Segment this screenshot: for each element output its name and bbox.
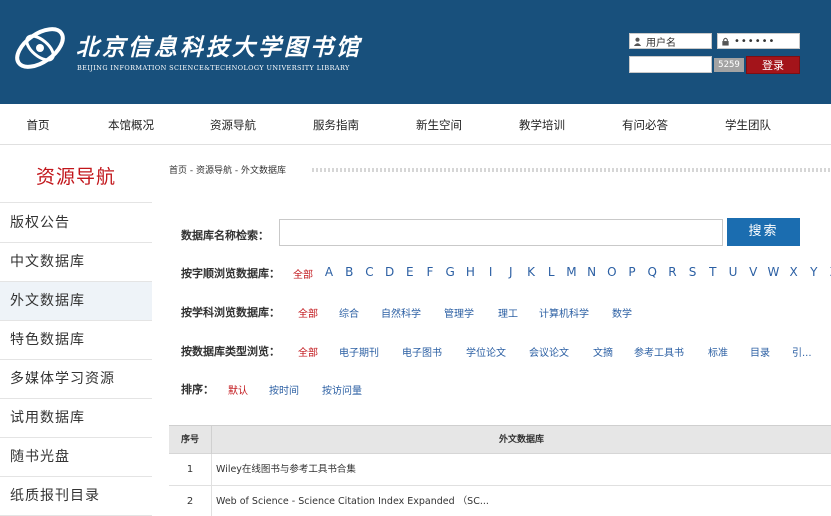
alpha-all[interactable]: 全部 — [293, 266, 313, 281]
alpha-browse-label: 按字顺浏览数据库： — [181, 267, 280, 280]
alpha-letter-n[interactable]: N — [587, 265, 596, 279]
username-field[interactable]: 用户名 — [629, 33, 712, 49]
nav-student-team[interactable]: 学生团队 — [725, 117, 771, 133]
nav-home[interactable]: 首页 — [27, 117, 50, 133]
password-field[interactable]: •••••• — [717, 33, 800, 49]
user-icon — [633, 37, 642, 46]
alpha-letter-a[interactable]: A — [325, 265, 333, 279]
alpha-letter-b[interactable]: B — [345, 265, 353, 279]
subject-computer-science[interactable]: 计算机科学 — [539, 305, 589, 320]
alpha-letter-r[interactable]: R — [668, 265, 676, 279]
subject-general[interactable]: 综合 — [339, 305, 359, 320]
sort-by-time[interactable]: 按时间 — [269, 382, 299, 397]
type-ebook[interactable]: 电子图书 — [402, 344, 442, 359]
alpha-letter-y[interactable]: Y — [810, 265, 817, 279]
alpha-letter-w[interactable]: W — [767, 265, 779, 279]
subject-browse-label: 按学科浏览数据库： — [181, 306, 280, 319]
sort-by-visits[interactable]: 按访问量 — [322, 382, 362, 397]
nav-services[interactable]: 服务指南 — [313, 117, 359, 133]
alpha-letter-j[interactable]: J — [509, 265, 513, 279]
type-ejournal[interactable]: 电子期刊 — [339, 344, 379, 359]
type-browse-label: 按数据库类型浏览： — [181, 345, 280, 358]
captcha-input[interactable] — [629, 56, 712, 73]
type-catalog[interactable]: 目录 — [750, 344, 770, 359]
alpha-letter-u[interactable]: U — [729, 265, 738, 279]
breadcrumb: 首页 - 资源导航 - 外文数据库 — [169, 166, 286, 176]
alpha-letter-x[interactable]: X — [789, 265, 797, 279]
search-button[interactable]: 搜索 — [727, 218, 800, 246]
alpha-letter-f[interactable]: F — [427, 265, 434, 279]
table-row: 2 Web of Science - Science Citation Inde… — [169, 486, 831, 516]
sort-default[interactable]: 默认 — [228, 382, 248, 397]
password-mask: •••••• — [734, 35, 776, 47]
type-abstract[interactable]: 文摘 — [593, 344, 613, 359]
type-citation[interactable]: 引... — [792, 344, 812, 359]
nav-faq[interactable]: 有问必答 — [622, 117, 668, 133]
sidebar-item-trial-db[interactable]: 试用数据库 — [0, 399, 152, 438]
alpha-letter-g[interactable]: G — [446, 265, 455, 279]
alpha-letter-c[interactable]: C — [365, 265, 373, 279]
table-row: 1 Wiley在线图书与参考工具书合集 — [169, 454, 831, 486]
alpha-letter-k[interactable]: K — [527, 265, 535, 279]
col-header-name[interactable]: 外文数据库 — [212, 426, 831, 454]
type-conference[interactable]: 会议论文 — [529, 344, 569, 359]
row-no: 2 — [169, 486, 212, 516]
alpha-letter-m[interactable]: M — [566, 265, 576, 279]
db-link[interactable]: Web of Science - Science Citation Index … — [216, 486, 489, 516]
sort-label: 排序： — [181, 383, 214, 396]
library-name-cn: 北京信息科技大学图书馆 — [76, 34, 362, 61]
row-no: 1 — [169, 454, 212, 485]
alpha-letter-s[interactable]: S — [689, 265, 697, 279]
alpha-letter-e[interactable]: E — [406, 265, 414, 279]
sidebar-item-special-db[interactable]: 特色数据库 — [0, 321, 152, 360]
main-nav: 首页 本馆概况 资源导航 服务指南 新生空间 教学培训 有问必答 学生团队 — [0, 104, 831, 145]
nav-about[interactable]: 本馆概况 — [108, 117, 154, 133]
table-header: 序号 外文数据库 — [169, 425, 831, 454]
type-standard[interactable]: 标准 — [708, 344, 728, 359]
type-all[interactable]: 全部 — [298, 344, 318, 359]
site-header: 北京信息科技大学图书馆 BEIJING INFORMATION SCIENCE&… — [0, 0, 831, 104]
type-thesis[interactable]: 学位论文 — [466, 344, 506, 359]
alpha-letter-p[interactable]: P — [628, 265, 635, 279]
alpha-letter-i[interactable]: I — [489, 265, 493, 279]
sidebar-item-copyright[interactable]: 版权公告 — [0, 204, 152, 243]
subject-math[interactable]: 数学 — [612, 305, 632, 320]
sidebar-item-multimedia[interactable]: 多媒体学习资源 — [0, 360, 152, 399]
sidebar-item-periodicals[interactable]: 纸质报刊目录 — [0, 477, 152, 516]
alpha-letter-q[interactable]: Q — [647, 265, 656, 279]
alpha-letter-t[interactable]: T — [709, 265, 716, 279]
alpha-letter-o[interactable]: O — [607, 265, 616, 279]
login-button[interactable]: 登录 — [746, 56, 800, 74]
type-reference[interactable]: 参考工具书 — [634, 344, 684, 359]
search-label: 数据库名称检索： — [181, 229, 269, 242]
alpha-letter-d[interactable]: D — [385, 265, 394, 279]
sidebar-item-chinese-db[interactable]: 中文数据库 — [0, 243, 152, 282]
subject-natural-science[interactable]: 自然科学 — [381, 305, 421, 320]
breadcrumb-divider — [312, 168, 830, 172]
sidebar-item-foreign-db[interactable]: 外文数据库 — [0, 282, 152, 321]
db-search-input[interactable] — [279, 219, 723, 246]
nav-training[interactable]: 教学培训 — [519, 117, 565, 133]
col-header-no[interactable]: 序号 — [169, 426, 212, 454]
subject-engineering[interactable]: 理工 — [498, 305, 518, 320]
sidebar-title: 资源导航 — [0, 151, 152, 203]
library-name-en: BEIJING INFORMATION SCIENCE&TECHNOLOGY U… — [77, 64, 350, 72]
sidebar: 资源导航 版权公告 中文数据库 外文数据库 特色数据库 多媒体学习资源 试用数据… — [0, 151, 152, 516]
lock-icon — [722, 37, 729, 46]
captcha-image[interactable]: 5259 — [714, 58, 744, 72]
subject-all[interactable]: 全部 — [298, 305, 318, 320]
library-logo-icon — [15, 27, 65, 69]
subject-management[interactable]: 管理学 — [444, 305, 474, 320]
alpha-letter-v[interactable]: V — [749, 265, 757, 279]
db-link[interactable]: Wiley在线图书与参考工具书合集 — [216, 454, 356, 485]
username-placeholder: 用户名 — [646, 37, 676, 49]
sidebar-item-cd[interactable]: 随书光盘 — [0, 438, 152, 477]
nav-freshman[interactable]: 新生空间 — [416, 117, 462, 133]
alpha-letter-l[interactable]: L — [548, 265, 555, 279]
alpha-letter-h[interactable]: H — [466, 265, 475, 279]
nav-resources[interactable]: 资源导航 — [210, 117, 256, 133]
